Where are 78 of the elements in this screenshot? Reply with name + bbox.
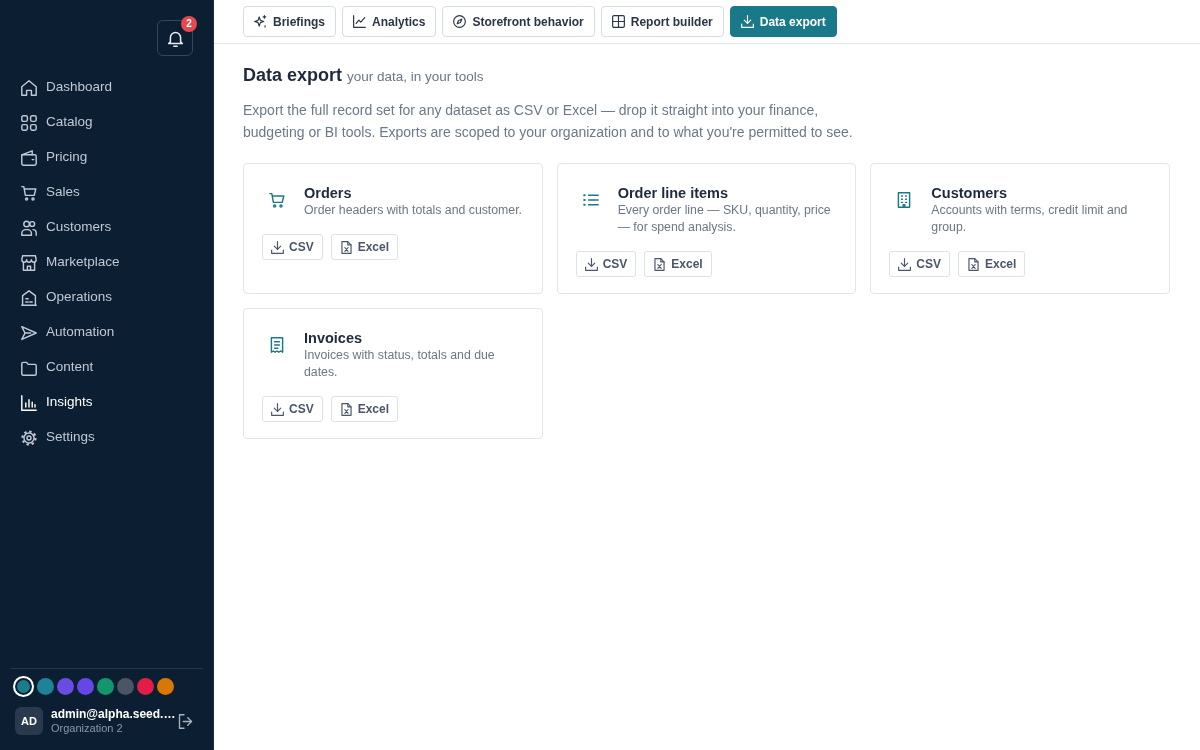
- nav-link[interactable]: Sales: [0, 175, 213, 210]
- dataset-title: Orders: [304, 185, 353, 203]
- download-icon: [740, 15, 754, 28]
- color-swatch-icon[interactable]: [117, 678, 134, 695]
- paper-plane-icon: [21, 324, 37, 341]
- logout-button[interactable]: [178, 713, 193, 729]
- export-button[interactable]: CSV: [262, 396, 323, 423]
- dataset-description: Every order line — SKU, quantity, price — for spend analysis.: [617, 202, 832, 237]
- user-email: admin@alpha.seed.…: [51, 707, 176, 722]
- nav-link[interactable]: Operations: [0, 280, 213, 315]
- dataset-title: Order line items: [617, 185, 730, 203]
- sparkle-icon: [254, 15, 267, 28]
- nav-link[interactable]: Insights: [0, 385, 213, 420]
- grid-icon: [21, 114, 37, 131]
- settings-icon: [21, 429, 37, 446]
- export-button[interactable]: Excel: [330, 234, 399, 261]
- table-icon: [611, 15, 625, 28]
- nav-link[interactable]: Content: [0, 350, 213, 385]
- dataset-title: Invoices: [304, 330, 364, 348]
- compass-icon: [453, 15, 467, 28]
- notification-badge: 2: [181, 16, 197, 32]
- line-chart-icon: [353, 15, 366, 28]
- page-description: Export the full record set for any dataset as CSV or Excel — drop it straight into your finance, budgeting or BI tools. Exports are scoped to your organization and to what you're permitted to see.: [243, 101, 854, 143]
- receipt-icon: [269, 337, 285, 354]
- export-button[interactable]: CSV: [575, 251, 637, 278]
- nav-link[interactable]: Automation: [0, 315, 213, 350]
- nav-link[interactable]: Pricing: [0, 140, 213, 175]
- dataset-description: Accounts with terms, credit limit and group.: [931, 202, 1129, 237]
- download-icon: [271, 240, 284, 254]
- file-icon: [339, 240, 353, 254]
- toolbar-tab[interactable]: Report builder: [600, 6, 724, 37]
- wallet-icon: [21, 149, 37, 166]
- toolbar-tab[interactable]: Analytics: [342, 6, 437, 37]
- nav-link[interactable]: Settings: [0, 420, 213, 455]
- color-swatch-icon[interactable]: [37, 678, 54, 695]
- nav-link[interactable]: Customers: [0, 210, 213, 245]
- export-button[interactable]: Excel: [330, 396, 399, 423]
- file-icon: [967, 257, 980, 271]
- color-swatch-icon[interactable]: [157, 678, 174, 695]
- dataset-description: Invoices with status, totals and due dates.: [304, 347, 496, 382]
- export-button[interactable]: Excel: [958, 251, 1026, 278]
- color-swatch-icon[interactable]: [13, 676, 34, 697]
- export-button[interactable]: Excel: [644, 251, 712, 278]
- toolbar-tab[interactable]: Storefront behavior: [442, 6, 595, 37]
- nav-link[interactable]: Marketplace: [0, 245, 213, 280]
- building-icon: [896, 192, 913, 209]
- cart-icon: [21, 184, 37, 201]
- organization-name: Organization 2: [51, 722, 124, 735]
- logout-icon: [178, 713, 193, 729]
- download-icon: [584, 257, 598, 271]
- user-avatar: AD: [15, 707, 43, 735]
- color-swatch-icon[interactable]: [97, 678, 114, 695]
- bar-chart-icon: [21, 394, 37, 411]
- color-swatch-icon[interactable]: [57, 678, 74, 695]
- page-title: Data export: [243, 64, 343, 87]
- home-icon: [21, 79, 37, 96]
- folder-icon: [21, 359, 37, 376]
- file-icon: [339, 402, 353, 416]
- color-swatch-icon[interactable]: [137, 678, 154, 695]
- page-subtitle: your data, in your tools: [347, 68, 484, 86]
- export-button[interactable]: CSV: [262, 234, 323, 261]
- warehouse-icon: [21, 289, 37, 306]
- download-icon: [898, 257, 912, 271]
- dataset-description: Order headers with totals and customer.: [304, 202, 524, 220]
- download-icon: [271, 402, 284, 416]
- toolbar-tab[interactable]: Briefings: [243, 6, 336, 37]
- file-icon: [653, 257, 667, 271]
- export-button[interactable]: CSV: [889, 251, 950, 278]
- users-icon: [21, 219, 37, 236]
- toolbar-tab[interactable]: Data export: [729, 6, 837, 37]
- list-icon: [582, 192, 599, 209]
- nav-link[interactable]: Catalog: [0, 105, 213, 140]
- nav-link[interactable]: Dashboard: [0, 70, 213, 105]
- storefront-icon: [21, 254, 37, 271]
- dataset-title: Customers: [931, 185, 1009, 203]
- cart-icon: [269, 192, 285, 209]
- bell-icon: [166, 29, 184, 47]
- color-swatch-icon[interactable]: [77, 678, 94, 695]
